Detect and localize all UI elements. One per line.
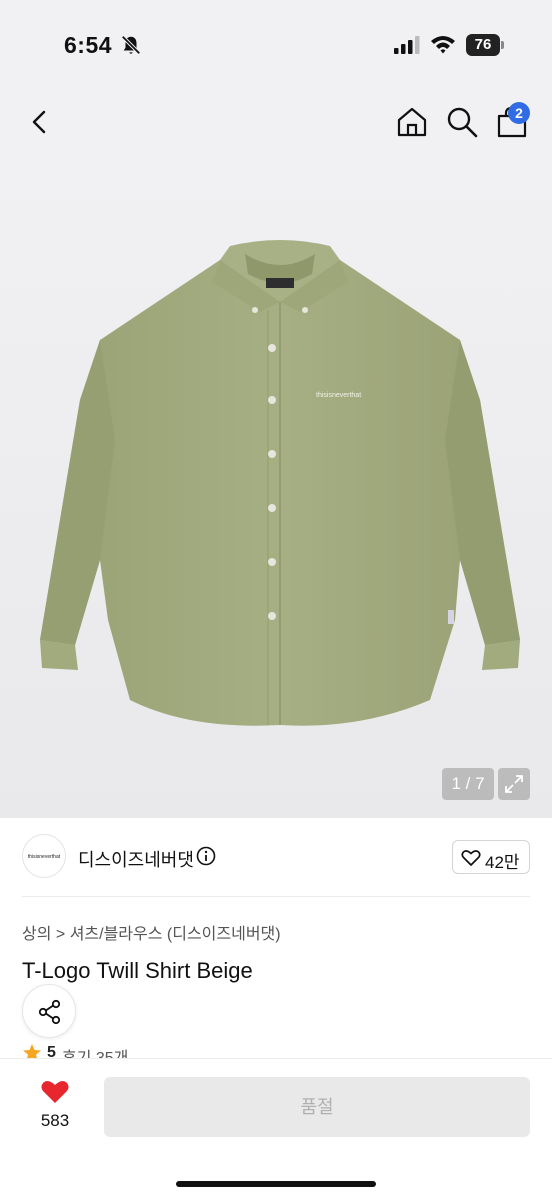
breadcrumb: 상의 > 셔츠/블라우스 (디스이즈네버댓) (22, 920, 281, 944)
brand-like-count: 42만 (485, 853, 520, 872)
home-button[interactable] (394, 104, 430, 140)
status-time: 6:54 (64, 32, 113, 58)
brand-logo[interactable]: thisisneverthat (22, 834, 66, 878)
battery-cap (501, 41, 504, 49)
cart-count-badge: 2 (508, 102, 530, 124)
expand-icon[interactable] (498, 768, 530, 800)
product-image-gallery[interactable]: thisisneverthat 1 / 7 (0, 160, 552, 818)
shirt-chest-logo: thisisneverthat (316, 392, 361, 399)
brand-row: thisisneverthat 디스이즈네버댓 42만 (0, 818, 552, 898)
heart-outline-icon (461, 850, 481, 866)
signal-icon (394, 36, 420, 54)
wishlist-count: 583 (40, 1111, 70, 1130)
divider (22, 896, 530, 897)
product-title: T-Logo Twill Shirt Beige (22, 958, 253, 983)
wishlist-button[interactable]: 583 (24, 1077, 86, 1137)
breadcrumb-subcategory[interactable]: 셔츠/블라우스 (디스이즈네버댓) (70, 926, 281, 943)
breadcrumb-separator: > (55, 926, 66, 943)
info-icon[interactable] (196, 846, 216, 866)
back-button[interactable] (24, 106, 56, 138)
nav-header (0, 90, 552, 160)
share-button[interactable] (22, 984, 76, 1038)
status-bar: 6:54 76 (0, 0, 552, 90)
wifi-icon (431, 36, 455, 54)
search-button[interactable] (444, 104, 480, 140)
brand-like-button[interactable]: 42만 (452, 840, 530, 874)
image-counter: 1 / 7 (442, 768, 494, 800)
breadcrumb-category[interactable]: 상의 (22, 926, 51, 943)
home-indicator (176, 1181, 376, 1187)
battery-indicator: 76 (466, 34, 506, 56)
soldout-button[interactable]: 품절 (104, 1077, 530, 1137)
heart-filled-icon (41, 1080, 69, 1103)
share-icon (38, 999, 61, 1025)
bell-off-icon (121, 35, 141, 55)
battery-level: 76 (466, 34, 500, 56)
brand-name[interactable]: 디스이즈네버댓 (78, 846, 194, 872)
bottom-action-bar: 583 품절 (0, 1058, 552, 1200)
product-photo-shirt: thisisneverthat (40, 240, 520, 726)
